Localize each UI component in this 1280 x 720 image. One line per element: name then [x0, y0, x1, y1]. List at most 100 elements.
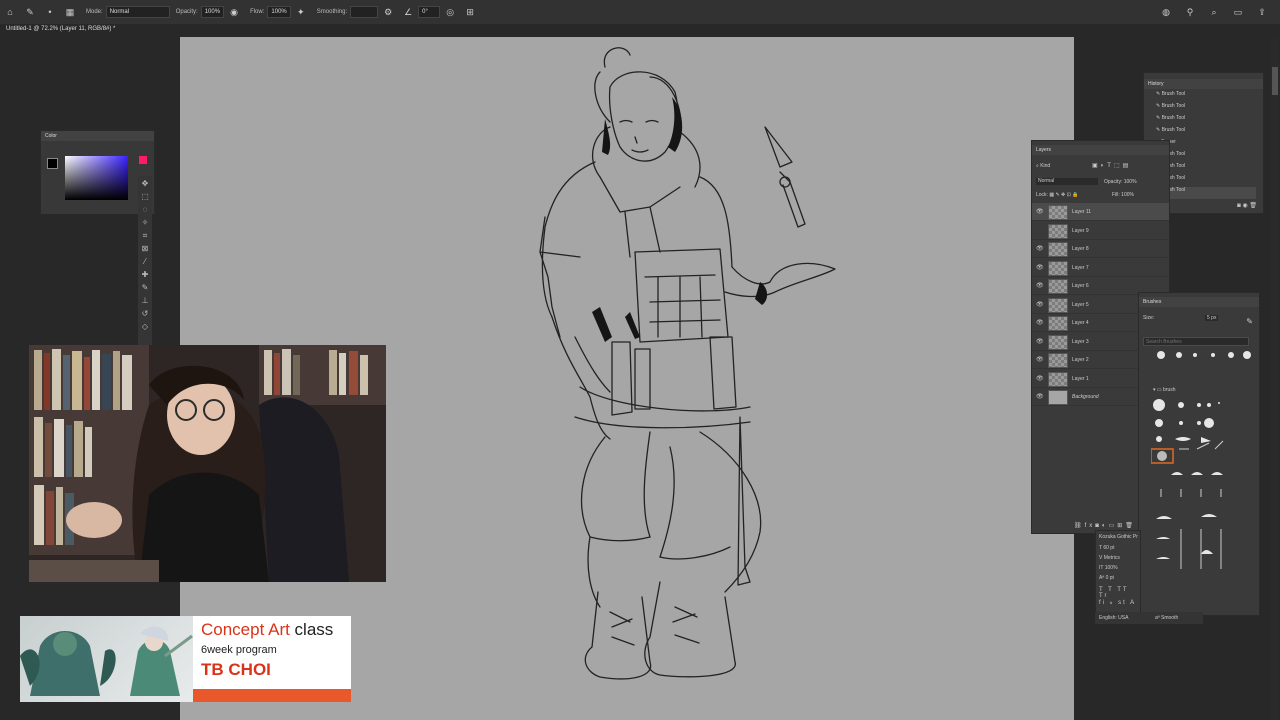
type-filter-icon[interactable]: T — [1107, 163, 1114, 169]
camera-icon[interactable]: ◉ — [1242, 203, 1247, 209]
layer-row[interactable]: 👁 Layer 11 — [1032, 203, 1169, 221]
flow-field[interactable]: 100% — [267, 6, 291, 18]
layer-name[interactable]: Layer 2 — [1072, 357, 1089, 363]
move-tool-icon[interactable]: ✥ — [142, 178, 149, 189]
export-icon[interactable]: ⇪ — [1255, 5, 1269, 19]
accent-swatch[interactable] — [139, 156, 147, 164]
visibility-eye-icon[interactable]: 👁 — [1036, 301, 1044, 308]
share-icon[interactable]: ◍ — [1159, 5, 1173, 19]
font-family-field[interactable]: Kozuka Gothic Pr — [1099, 534, 1138, 540]
history-item[interactable]: ✎ Brush Tool — [1156, 127, 1185, 139]
fx-icon[interactable]: fx — [1085, 523, 1096, 529]
eraser-tool-icon[interactable]: ◇ — [142, 321, 148, 332]
layer-name[interactable]: Layer 8 — [1072, 246, 1089, 252]
brush-presets-grid[interactable] — [1151, 349, 1251, 609]
brush-settings-icon[interactable]: ▦ — [63, 5, 77, 19]
history-item[interactable]: ✎ Brush Tool — [1156, 91, 1185, 103]
layer-opacity-value[interactable]: 100% — [1124, 179, 1137, 185]
layer-name[interactable]: Layer 4 — [1072, 320, 1089, 326]
angle-icon[interactable]: ∠ — [401, 5, 415, 19]
layer-name[interactable]: Layer 9 — [1072, 228, 1089, 234]
layer-filter[interactable]: ⌕ Kind — [1036, 163, 1050, 169]
marquee-tool-icon[interactable]: ⬚ — [141, 191, 149, 202]
airbrush-icon[interactable]: ✦ — [294, 5, 308, 19]
history-item[interactable]: ✎ Brush Tool — [1156, 103, 1185, 115]
frame-tool-icon[interactable]: ⊠ — [142, 243, 149, 254]
blend-mode-select[interactable]: Normal — [1036, 178, 1098, 185]
pressure-opacity-icon[interactable]: ◉ — [227, 5, 241, 19]
foreground-swatch[interactable] — [47, 158, 58, 169]
mask-icon[interactable]: ◙ — [1095, 523, 1102, 529]
symmetry-icon[interactable]: ⊞ — [463, 5, 477, 19]
font-size-field[interactable]: T 60 pt — [1099, 545, 1114, 551]
layer-name[interactable]: Layer 7 — [1072, 265, 1089, 271]
baseline-field[interactable]: Aª 0 pt — [1099, 575, 1114, 581]
pixel-filter-icon[interactable]: ▣ — [1092, 163, 1101, 169]
scroll-thumb[interactable] — [1272, 67, 1278, 95]
language-select[interactable]: English: USA — [1099, 615, 1128, 621]
learn-icon[interactable]: ⚲ — [1183, 5, 1197, 19]
visibility-eye-icon[interactable]: 👁 — [1036, 264, 1044, 271]
character-panel: Kozuka Gothic Pr T 60 pt V Metrics IT 10… — [1095, 530, 1141, 622]
history-item-current[interactable]: ✎ Brush Tool — [1156, 187, 1256, 199]
opentype-buttons[interactable]: fi ℴ st A — [1099, 599, 1136, 606]
smart-filter-icon[interactable]: ▤ — [1123, 163, 1132, 169]
layer-name[interactable]: Layer 5 — [1072, 302, 1089, 308]
lasso-tool-icon[interactable]: ◌ — [143, 204, 148, 215]
pressure-size-icon[interactable]: ◎ — [443, 5, 457, 19]
magic-wand-icon[interactable]: ✧ — [142, 217, 149, 228]
layer-name[interactable]: Layer 6 — [1072, 283, 1089, 289]
type-style-buttons[interactable]: T T TT Tr — [1099, 587, 1140, 599]
brush-size-field[interactable]: 5 px — [1205, 315, 1219, 321]
visibility-eye-icon[interactable]: 👁 — [1036, 208, 1044, 215]
visibility-eye-icon[interactable]: 👁 — [1036, 393, 1044, 400]
eyedropper-icon[interactable]: ⁄ — [144, 256, 145, 267]
opacity-field[interactable]: 100% — [200, 6, 225, 18]
kerning-field[interactable]: V Metrics — [1099, 555, 1120, 561]
delete-layer-icon[interactable]: 🗑 — [1125, 523, 1136, 529]
smoothing-gear-icon[interactable]: ⚙ — [381, 5, 395, 19]
link-layers-icon[interactable]: ⛓ — [1074, 523, 1085, 529]
shape-filter-icon[interactable]: ⬚ — [1114, 163, 1123, 169]
history-brush-icon[interactable]: ↺ — [142, 308, 149, 319]
document-tab[interactable]: Untitled-1 @ 72.2% (Layer 11, RGB/8#) * — [6, 26, 115, 32]
layer-fill-value[interactable]: 100% — [1121, 192, 1134, 198]
trash-icon[interactable]: 🗑 — [1249, 203, 1257, 209]
visibility-eye-icon[interactable]: 👁 — [1036, 356, 1044, 363]
crop-tool-icon[interactable]: ⌗ — [143, 230, 148, 241]
layer-row[interactable]: 👁 Layer 7 — [1032, 259, 1169, 277]
layer-name[interactable]: Layer 1 — [1072, 376, 1089, 382]
home-icon[interactable]: ⌂ — [3, 5, 17, 19]
layer-name[interactable]: Background — [1072, 394, 1099, 400]
layer-name[interactable]: Layer 11 — [1072, 209, 1091, 215]
angle-field[interactable]: 0° — [418, 6, 441, 18]
workspace-icon[interactable]: ▭ — [1231, 5, 1245, 19]
history-item[interactable]: ✎ Brush Tool — [1156, 115, 1185, 127]
panel-dock-scrollbar[interactable] — [1271, 37, 1279, 720]
adjustment-layer-icon[interactable]: ◐ — [1102, 523, 1109, 529]
brush-tool-icon[interactable]: ✎ — [142, 282, 149, 293]
mode-select[interactable]: Normal — [105, 6, 170, 18]
lock-icons[interactable]: ▦ ✎ ✥ ⊡ 🔒 — [1049, 192, 1078, 198]
color-field[interactable] — [65, 156, 128, 200]
group-icon[interactable]: ▭ — [1109, 523, 1118, 529]
search-icon[interactable]: ⌕ — [1207, 5, 1221, 19]
brush-preset-picker-icon[interactable]: • — [43, 5, 57, 19]
visibility-eye-icon[interactable]: 👁 — [1036, 282, 1044, 289]
layer-row[interactable]: 👁 Layer 8 — [1032, 240, 1169, 258]
layer-name[interactable]: Layer 3 — [1072, 339, 1089, 345]
snapshot-icon[interactable]: ◙ — [1237, 203, 1241, 209]
brush-search-input[interactable] — [1143, 337, 1249, 346]
scale-field[interactable]: IT 100% — [1099, 565, 1118, 571]
stamp-tool-icon[interactable]: ⊥ — [142, 295, 149, 306]
new-brush-icon[interactable]: ✎ — [1246, 317, 1253, 326]
visibility-eye-icon[interactable]: 👁 — [1036, 338, 1044, 345]
antialias-select[interactable]: aª Smooth — [1155, 615, 1178, 621]
brush-tool-icon[interactable]: ✎ — [23, 5, 37, 19]
healing-tool-icon[interactable]: ✚ — [142, 269, 149, 280]
smoothing-field[interactable] — [350, 6, 379, 18]
visibility-eye-icon[interactable]: 👁 — [1036, 245, 1044, 252]
layer-row[interactable]: Layer 9 — [1032, 222, 1169, 240]
visibility-eye-icon[interactable]: 👁 — [1036, 319, 1044, 326]
visibility-eye-icon[interactable]: 👁 — [1036, 375, 1044, 382]
